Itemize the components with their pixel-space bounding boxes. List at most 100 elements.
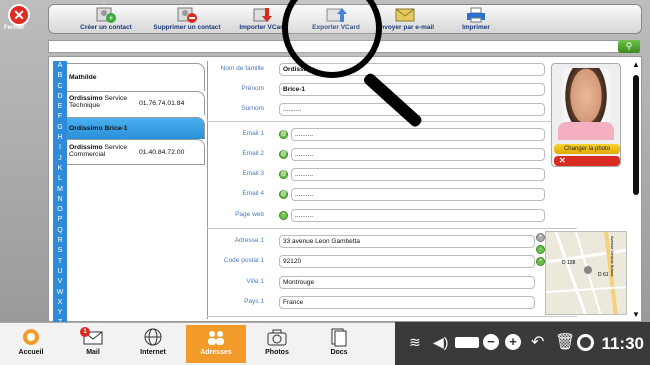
close-icon[interactable]: ✕ xyxy=(8,4,30,26)
prenom-field[interactable]: Brice-1 xyxy=(279,83,545,96)
alphabet-letter[interactable]: X xyxy=(53,298,67,308)
zoom-in-icon[interactable]: + xyxy=(505,334,521,350)
app-docs[interactable]: Docs xyxy=(318,325,360,363)
help-icon[interactable] xyxy=(577,334,594,351)
email1-field[interactable]: .......... xyxy=(291,128,545,141)
delete-photo-button[interactable]: ✕ xyxy=(554,156,620,166)
alphabet-letter[interactable]: A xyxy=(53,61,67,71)
address-map[interactable]: D 128 D 61 Avenue Aristide Briand xyxy=(545,231,627,315)
remove-address-icon[interactable]: - xyxy=(536,245,545,254)
alphabet-letter[interactable]: B xyxy=(53,71,67,81)
app-internet[interactable]: Internet xyxy=(132,325,174,363)
scrollbar[interactable]: ▲ ▼ xyxy=(632,61,640,319)
ville-field[interactable]: Montrouge xyxy=(279,276,535,289)
alphabet-letter[interactable]: F xyxy=(53,112,67,122)
zoom-out-icon[interactable]: − xyxy=(483,334,499,350)
nom-label: Nom de famille xyxy=(220,65,264,72)
app-photos[interactable]: Photos xyxy=(256,325,298,363)
app-adresses[interactable]: Adresses xyxy=(186,325,246,363)
scroll-thumb[interactable] xyxy=(633,75,639,195)
alphabet-letter[interactable]: E xyxy=(53,102,67,112)
alphabet-letter[interactable]: T xyxy=(53,257,67,267)
send-email-icon xyxy=(395,8,415,22)
scroll-up-icon[interactable]: ▲ xyxy=(632,61,640,69)
alphabet-letter[interactable]: I xyxy=(53,143,67,153)
print-button[interactable]: Imprimer xyxy=(451,7,501,35)
contact-list: Mathilde Ordissimo Service Technique 01.… xyxy=(67,63,207,321)
battery-icon xyxy=(455,337,479,348)
import-vcard-icon xyxy=(253,8,272,22)
cp-field[interactable]: 92120 xyxy=(279,255,535,268)
contacts-panel: ABCDEFGHIJKLMNOPQRSTUVWXYZ Mathilde Ordi… xyxy=(48,56,642,326)
contact-photo-card: Changer la photo ✕ xyxy=(551,63,621,167)
pays-label: Pays 1 xyxy=(244,298,264,305)
app-accueil[interactable]: Accueil xyxy=(10,325,52,363)
contact-item-selected[interactable]: Ordissimo Brice-1 xyxy=(67,117,205,139)
search-go-icon[interactable]: ⚲ xyxy=(618,40,640,53)
alphabet-letter[interactable]: S xyxy=(53,246,67,256)
alphabet-letter[interactable]: V xyxy=(53,277,67,287)
separator xyxy=(207,228,577,229)
adresse-field[interactable]: 33 avenue Leon Gambetta xyxy=(279,235,535,248)
contact-name-block: Ordissimo Service Technique xyxy=(69,95,137,109)
alphabet-letter[interactable]: M xyxy=(53,185,67,195)
system-tray: ≋ ◀) − + ↶ 🗑 11:30 xyxy=(395,322,650,365)
email4-field[interactable]: .......... xyxy=(291,188,545,201)
undo-icon[interactable]: ↶ xyxy=(531,332,544,352)
app-label: Photos xyxy=(265,349,289,356)
contact-name: Ordissimo xyxy=(69,144,103,151)
alphabet-letter[interactable]: Q xyxy=(53,226,67,236)
add-address-icon[interactable]: + xyxy=(536,233,545,242)
alphabet-letter[interactable]: J xyxy=(53,154,67,164)
alphabet-letter[interactable]: C xyxy=(53,82,67,92)
email1-label: Email 1 xyxy=(242,130,264,137)
home-icon xyxy=(23,329,39,345)
alphabet-letter[interactable]: K xyxy=(53,164,67,174)
alphabet-letter[interactable]: G xyxy=(53,123,67,133)
volume-icon[interactable]: ◀) xyxy=(433,334,448,351)
remove-contact-icon xyxy=(177,7,197,23)
contact-item[interactable]: Mathilde xyxy=(67,63,205,91)
alphabet-letter[interactable]: W xyxy=(53,288,67,298)
email2-field[interactable]: .......... xyxy=(291,148,545,161)
add-contact-icon: + xyxy=(96,7,116,23)
alphabet-letter[interactable]: H xyxy=(53,133,67,143)
email-send-icon[interactable]: @ xyxy=(279,170,288,179)
mail-badge: 1 xyxy=(80,327,90,337)
address-book-window: ✕ Fermer + Créer un contact Supprimer un… xyxy=(0,0,650,326)
wifi-icon[interactable]: ≋ xyxy=(409,334,421,351)
alphabet-letter[interactable]: O xyxy=(53,205,67,215)
map-label-d128: D 128 xyxy=(562,260,576,266)
alphabet-index: ABCDEFGHIJKLMNOPQRSTUVWXYZ xyxy=(53,61,67,326)
scroll-down-icon[interactable]: ▼ xyxy=(632,311,640,319)
map-label-d61: D 61 xyxy=(598,272,609,278)
globe-icon xyxy=(144,328,162,346)
alphabet-letter[interactable]: L xyxy=(53,174,67,184)
app-mail[interactable]: 1 Mail xyxy=(72,325,114,363)
delete-contact-button[interactable]: Supprimer un contact xyxy=(145,7,229,35)
email3-field[interactable]: .......... xyxy=(291,168,545,181)
alphabet-letter[interactable]: Y xyxy=(53,308,67,318)
map-icon[interactable]: • xyxy=(536,257,545,266)
contact-photo-shirt xyxy=(558,122,614,140)
app-label: Internet xyxy=(140,349,166,356)
contact-item[interactable]: Ordissimo Service Commercial 01.40.84.72… xyxy=(67,139,205,165)
email-send-icon[interactable]: @ xyxy=(279,130,288,139)
email-send-icon[interactable]: @ xyxy=(279,150,288,159)
email3-label: Email 3 xyxy=(242,170,264,177)
alphabet-letter[interactable]: D xyxy=(53,92,67,102)
alphabet-letter[interactable]: R xyxy=(53,236,67,246)
pays-field[interactable]: France xyxy=(279,296,535,309)
web-field[interactable]: .......... xyxy=(291,209,545,222)
alphabet-letter[interactable]: N xyxy=(53,195,67,205)
alphabet-letter[interactable]: P xyxy=(53,215,67,225)
create-contact-button[interactable]: + Créer un contact xyxy=(71,7,141,35)
change-photo-button[interactable]: Changer la photo xyxy=(554,144,620,154)
trash-icon[interactable]: 🗑 xyxy=(555,332,575,352)
app-label: Docs xyxy=(330,349,348,356)
email-send-icon[interactable]: @ xyxy=(279,190,288,199)
alphabet-letter[interactable]: U xyxy=(53,267,67,277)
docs-icon xyxy=(331,328,347,347)
contact-item[interactable]: Ordissimo Service Technique 01.76.74.01.… xyxy=(67,91,205,115)
web-open-icon[interactable]: • xyxy=(279,211,288,220)
